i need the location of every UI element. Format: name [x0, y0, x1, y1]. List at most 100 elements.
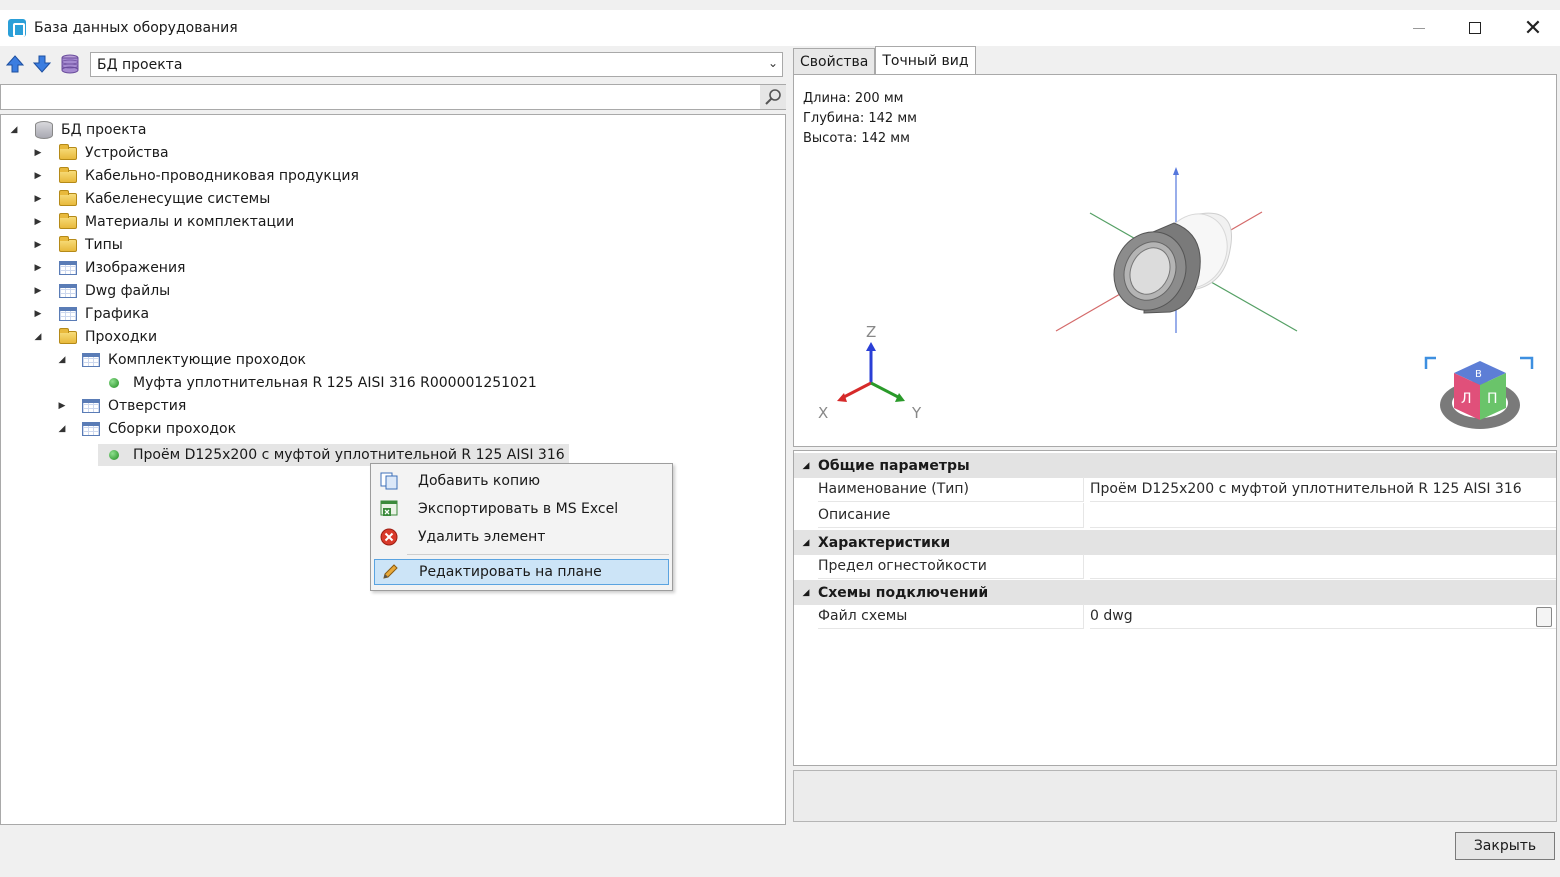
close-window-button[interactable]: ✕ — [1510, 10, 1556, 46]
property-row-name[interactable]: Наименование (Тип) Проём D125x200 с муфт… — [794, 477, 1556, 502]
collapse-toggle[interactable]: ◢ — [57, 424, 67, 434]
category-label: Характеристики — [818, 534, 951, 551]
tree-node-label: Изображения — [85, 260, 186, 276]
search-input[interactable] — [0, 84, 786, 110]
category-general[interactable]: ◢ Общие параметры — [794, 453, 1556, 478]
database-selector-value: БД проекта — [97, 56, 183, 73]
open-folder-icon — [59, 327, 77, 344]
property-row-scheme-file[interactable]: Файл схемы 0 dwg — [794, 604, 1556, 629]
tree-node-openings[interactable]: Отверстия — [82, 395, 186, 417]
table-icon — [82, 422, 100, 436]
category-characteristics[interactable]: ◢ Характеристики — [794, 530, 1556, 555]
folder-icon — [59, 235, 77, 252]
tree-node-label: Dwg файлы — [85, 283, 171, 299]
status-dot-icon — [109, 450, 119, 460]
expand-toggle[interactable]: ▶ — [33, 309, 43, 319]
property-value[interactable]: 0 dwg — [1090, 604, 1556, 629]
expand-toggle[interactable]: ▶ — [33, 148, 43, 158]
property-label: Файл схемы — [818, 604, 1084, 629]
tree-node-penetration-parts[interactable]: Комплектующие проходок — [82, 349, 306, 371]
pencil-icon — [379, 562, 401, 582]
menu-item-edit-on-plan[interactable]: Редактировать на плане — [374, 559, 669, 585]
property-label: Описание — [818, 503, 1084, 528]
arrow-down-icon[interactable] — [32, 54, 52, 74]
menu-item-label: Удалить элемент — [418, 529, 546, 545]
property-row-fire-resistance[interactable]: Предел огнестойкости — [794, 554, 1556, 579]
collapse-icon: ◢ — [802, 587, 810, 598]
browse-button[interactable] — [1536, 607, 1552, 627]
expand-toggle[interactable]: ▶ — [33, 240, 43, 250]
tree-node-label: Проходки — [85, 329, 158, 345]
tree-node-graphics[interactable]: Графика — [59, 303, 149, 325]
tree-node-dwg-files[interactable]: Dwg файлы — [59, 280, 170, 302]
menu-item-add-copy[interactable]: Добавить копию — [374, 468, 669, 494]
context-menu: Добавить копию Экспортировать в MS Excel… — [370, 463, 673, 591]
copy-icon — [378, 471, 400, 491]
collapse-toggle[interactable]: ◢ — [9, 125, 19, 135]
minimize-icon — [1413, 27, 1425, 29]
expand-toggle[interactable]: ▶ — [33, 263, 43, 273]
folder-icon — [59, 166, 77, 183]
collapse-toggle[interactable]: ◢ — [57, 355, 67, 365]
tree-node-label: Сборки проходок — [108, 421, 237, 437]
tree-node-materials[interactable]: Материалы и комплектации — [59, 211, 294, 233]
tree-node-devices[interactable]: Устройства — [59, 142, 169, 164]
property-label: Предел огнестойкости — [818, 554, 1084, 579]
cube-face-right: П — [1487, 391, 1498, 407]
collapse-icon: ◢ — [802, 537, 810, 548]
axis-gizmo — [837, 342, 905, 402]
maximize-button[interactable] — [1452, 10, 1498, 46]
menu-item-delete[interactable]: Удалить элемент — [374, 524, 669, 550]
expand-toggle[interactable]: ▶ — [33, 194, 43, 204]
tab-properties[interactable]: Свойства — [793, 48, 876, 74]
property-value[interactable]: Проём D125x200 с муфтой уплотнительной R… — [1090, 477, 1556, 502]
table-icon — [82, 399, 100, 413]
tab-exact-view[interactable]: Точный вид — [875, 46, 976, 74]
cube-face-top: В — [1475, 369, 1482, 380]
menu-item-label: Экспортировать в MS Excel — [418, 501, 619, 517]
collapse-icon: ◢ — [802, 460, 810, 471]
expand-toggle[interactable]: ▶ — [33, 217, 43, 227]
close-button[interactable]: Закрыть — [1455, 832, 1555, 860]
tree-node-penetrations[interactable]: Проходки — [59, 326, 157, 348]
close-icon: ✕ — [1523, 15, 1543, 41]
tree-node-cable-trays[interactable]: Кабеленесущие системы — [59, 188, 270, 210]
database-selector[interactable]: БД проекта ⌄ — [90, 52, 783, 77]
property-row-description[interactable]: Описание — [794, 503, 1556, 528]
property-grid: ◢ Общие параметры Наименование (Тип) Про… — [793, 450, 1557, 766]
search-button[interactable] — [760, 85, 786, 109]
chevron-down-icon: ⌄ — [767, 56, 778, 70]
tree-node-label: Типы — [85, 237, 123, 253]
exact-view-panel[interactable]: Длина: 200 мм Глубина: 142 мм Высота: 14… — [793, 74, 1557, 447]
model-viewport[interactable]: Z X Y В Л П — [794, 75, 1556, 446]
arrow-up-icon[interactable] — [5, 54, 25, 74]
menu-item-export-excel[interactable]: Экспортировать в MS Excel — [374, 496, 669, 522]
property-value[interactable] — [1090, 554, 1556, 579]
gizmo-label-z: Z — [866, 323, 876, 341]
tree-node-root[interactable]: БД проекта — [35, 119, 146, 141]
delete-icon — [378, 527, 400, 547]
category-label: Схемы подключений — [818, 584, 989, 601]
tree-node-penetration-assemblies[interactable]: Сборки проходок — [82, 418, 236, 440]
expand-toggle[interactable]: ▶ — [57, 401, 67, 411]
sleeve-3d-model — [1113, 212, 1232, 314]
property-label: Наименование (Тип) — [818, 477, 1084, 502]
folder-icon — [59, 189, 77, 206]
tree-node-cables[interactable]: Кабельно-проводниковая продукция — [59, 165, 359, 187]
category-connection-schemes[interactable]: ◢ Схемы подключений — [794, 580, 1556, 605]
tree-node-images[interactable]: Изображения — [59, 257, 185, 279]
expand-toggle[interactable]: ▶ — [33, 286, 43, 296]
table-icon — [59, 284, 77, 298]
tree-node-seal-sleeve[interactable]: Муфта уплотнительная R 125 AISI 316 R000… — [105, 372, 537, 394]
database-icon[interactable] — [60, 54, 80, 74]
tree-node-types[interactable]: Типы — [59, 234, 123, 256]
tree-node-label: Отверстия — [108, 398, 187, 414]
menu-item-label: Редактировать на плане — [419, 564, 602, 580]
expand-toggle[interactable]: ▶ — [33, 171, 43, 181]
title-bar: База данных оборудования — [0, 10, 1560, 46]
property-value[interactable] — [1090, 503, 1556, 528]
category-label: Общие параметры — [818, 457, 970, 474]
minimize-button[interactable] — [1396, 10, 1442, 46]
collapse-toggle[interactable]: ◢ — [33, 332, 43, 342]
tree-node-label: БД проекта — [61, 122, 147, 138]
